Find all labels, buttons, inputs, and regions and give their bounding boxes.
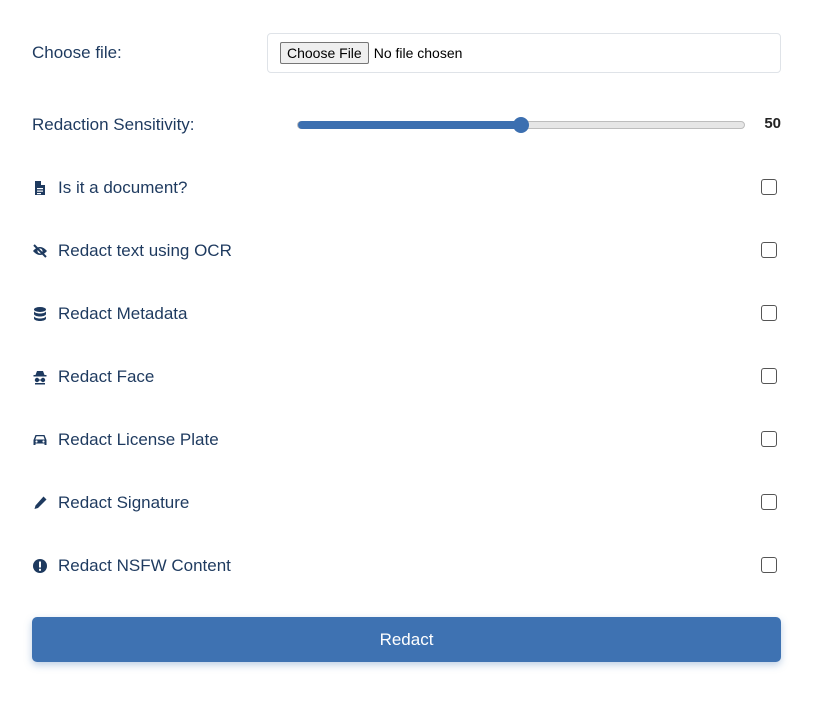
checkbox-license-plate[interactable] (761, 431, 777, 447)
file-status: No file chosen (373, 45, 463, 61)
option-row-license-plate: Redact License Plate (32, 420, 781, 460)
option-label: Redact NSFW Content (58, 556, 231, 575)
exclamation-circle-icon (32, 558, 48, 574)
option-label: Is it a document? (58, 178, 188, 197)
option-label: Redact Signature (58, 493, 190, 512)
sensitivity-label: Redaction Sensitivity: (32, 115, 195, 134)
option-label: Redact Face (58, 367, 155, 386)
option-row-nsfw: Redact NSFW Content (32, 546, 781, 586)
option-row-face: Redact Face (32, 357, 781, 397)
incognito-icon (32, 369, 48, 385)
option-row-document: Is it a document? (32, 168, 781, 208)
option-label: Redact text using OCR (58, 241, 232, 260)
database-icon (32, 306, 48, 322)
redact-button[interactable]: Redact (32, 617, 781, 662)
option-row-ocr: Redact text using OCR (32, 231, 781, 271)
option-row-signature: Redact Signature (32, 483, 781, 523)
car-icon (32, 432, 48, 448)
checkbox-document[interactable] (761, 179, 777, 195)
choose-file-button[interactable]: Choose File (280, 42, 369, 64)
slider-thumb[interactable] (513, 117, 529, 133)
pen-icon (32, 495, 48, 511)
option-row-metadata: Redact Metadata (32, 294, 781, 334)
option-label: Redact License Plate (58, 430, 219, 449)
file-chooser-row: Choose file: Choose File No file chosen (32, 33, 781, 73)
sensitivity-row: Redaction Sensitivity: 50 (32, 105, 781, 145)
checkbox-face[interactable] (761, 368, 777, 384)
option-label: Redact Metadata (58, 304, 188, 323)
sensitivity-value: 50 (764, 115, 781, 132)
checkbox-metadata[interactable] (761, 305, 777, 321)
file-input[interactable]: Choose File No file chosen (267, 33, 781, 73)
slider-fill (298, 121, 521, 129)
file-label: Choose file: (32, 43, 122, 62)
document-icon (32, 180, 48, 196)
sensitivity-slider[interactable] (297, 117, 745, 133)
checkbox-nsfw[interactable] (761, 557, 777, 573)
checkbox-signature[interactable] (761, 494, 777, 510)
eye-slash-icon (32, 243, 48, 259)
checkbox-ocr[interactable] (761, 242, 777, 258)
